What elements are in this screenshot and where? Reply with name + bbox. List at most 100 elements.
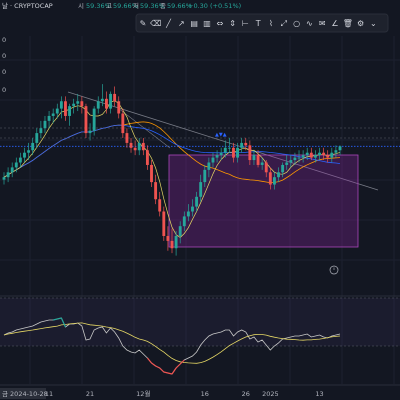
- candle-body: [338, 146, 342, 151]
- symbol-header: 날 · CRYPTOCAP 시 59.36% 고 59.66% 저 59.36%…: [2, 1, 241, 10]
- arrow-icon[interactable]: ↗: [178, 19, 185, 28]
- candle-body: [43, 120, 47, 129]
- candle-body: [318, 152, 321, 156]
- time-axis-label: 16: [201, 390, 209, 398]
- candle-body: [59, 101, 63, 109]
- time-axis-label: 26: [242, 390, 250, 398]
- time-axis-label: 금 2024-10-28: [2, 390, 48, 398]
- candle-body: [170, 240, 174, 249]
- candle-body: [158, 199, 162, 212]
- candle-body: [72, 103, 76, 107]
- candle-body: [137, 142, 141, 151]
- note-icon[interactable]: ✉: [319, 19, 326, 28]
- ray-icon[interactable]: ⤢: [280, 19, 287, 28]
- candle-body: [195, 196, 199, 207]
- symbol-title: 날 · CRYPTOCAP: [2, 1, 53, 10]
- candle-body: [232, 147, 235, 158]
- path-icon[interactable]: ⌇: [269, 19, 273, 28]
- candle-body: [96, 101, 100, 109]
- ohlc-low-prefix: 저: [133, 1, 139, 10]
- candle-body: [31, 142, 35, 151]
- pencil-icon[interactable]: ✎: [140, 19, 147, 28]
- candle-body: [277, 172, 280, 178]
- candle-body: [301, 155, 305, 158]
- candle-body: [281, 164, 285, 173]
- ohlc-high-prefix: 고: [106, 2, 112, 10]
- candle-body: [133, 147, 137, 151]
- candle-body: [121, 113, 125, 134]
- candle-body: [186, 211, 190, 217]
- left-marker: 0: [2, 36, 6, 44]
- candle-body: [309, 152, 313, 158]
- price-range-icon[interactable]: ⇕: [229, 19, 236, 28]
- candle-body: [244, 142, 248, 146]
- candle-body: [117, 101, 121, 114]
- time-axis-label: 21: [86, 390, 94, 398]
- candle-body: [285, 162, 289, 165]
- rsi-band: [0, 298, 400, 346]
- candle-body: [55, 108, 59, 114]
- range-icon[interactable]: ⇔: [216, 19, 223, 28]
- candle-body: [223, 147, 227, 153]
- brush-icon[interactable]: ∿: [306, 19, 313, 28]
- candle-body: [6, 172, 10, 178]
- ohlc-change: +0.30 (+0.51%): [188, 2, 241, 10]
- trading-chart[interactable]: 날 · CRYPTOCAP 시 59.36% 고 59.66% 저 59.36%…: [0, 0, 400, 400]
- candle: [162, 206, 166, 241]
- candle-body: [154, 182, 158, 200]
- trash-icon[interactable]: 🗑: [343, 19, 353, 28]
- candle-body: [191, 206, 194, 212]
- candle-body: [326, 155, 330, 158]
- ohlc-close-prefix: 종: [160, 2, 166, 10]
- candle-body: [182, 216, 186, 227]
- candle-body: [297, 157, 301, 159]
- settings-icon[interactable]: ⚙: [357, 19, 364, 28]
- candle: [84, 103, 88, 138]
- candle-body: [105, 98, 108, 109]
- candle-body: [178, 226, 182, 236]
- time-axis-label: 13: [315, 390, 323, 398]
- left-marker: 0: [2, 86, 6, 94]
- time-axis-label: 11: [45, 390, 53, 398]
- candle-body: [305, 152, 309, 156]
- candle-body: [207, 162, 211, 170]
- candle-body: [150, 164, 153, 183]
- candle-body: [14, 162, 18, 168]
- candle-body: [141, 142, 145, 151]
- candle-body: [35, 133, 39, 143]
- candle-body: [10, 167, 14, 173]
- text-icon[interactable]: T: [255, 19, 261, 28]
- trendline-tag: ▲▼▲: [215, 132, 227, 138]
- candle-body: [162, 211, 166, 236]
- candle-body: [248, 145, 252, 161]
- candle-body: [2, 177, 6, 180]
- left-marker: 0: [2, 52, 6, 60]
- candle-body: [252, 155, 256, 161]
- candle-body: [125, 133, 129, 143]
- candle-body: [236, 147, 239, 158]
- long-position-icon[interactable]: ▤: [190, 19, 198, 28]
- chevron-down-icon[interactable]: ⌄: [370, 19, 377, 28]
- candle-body: [273, 177, 276, 185]
- left-marker: 0: [2, 68, 6, 76]
- candle-body: [330, 152, 334, 158]
- candle-body: [334, 150, 338, 153]
- candle-body: [264, 162, 268, 173]
- angle-icon[interactable]: ∠: [331, 19, 338, 28]
- candle-body: [293, 157, 297, 161]
- candle-body: [256, 155, 260, 165]
- candle-body: [18, 157, 22, 163]
- candle-body: [145, 150, 149, 165]
- candle-body: [166, 236, 170, 241]
- candle-body: [174, 236, 178, 249]
- candle-body: [76, 101, 80, 104]
- eraser-icon[interactable]: ⌫: [150, 19, 161, 28]
- time-axis-label: 2025: [262, 390, 279, 398]
- short-position-icon[interactable]: ▥: [203, 19, 211, 28]
- candle-body: [23, 152, 26, 158]
- candle-body: [92, 108, 96, 131]
- candle-body: [240, 142, 244, 148]
- measure-icon[interactable]: ⊢: [242, 19, 249, 28]
- circle-icon[interactable]: ○: [293, 19, 300, 28]
- candle-body: [260, 162, 264, 165]
